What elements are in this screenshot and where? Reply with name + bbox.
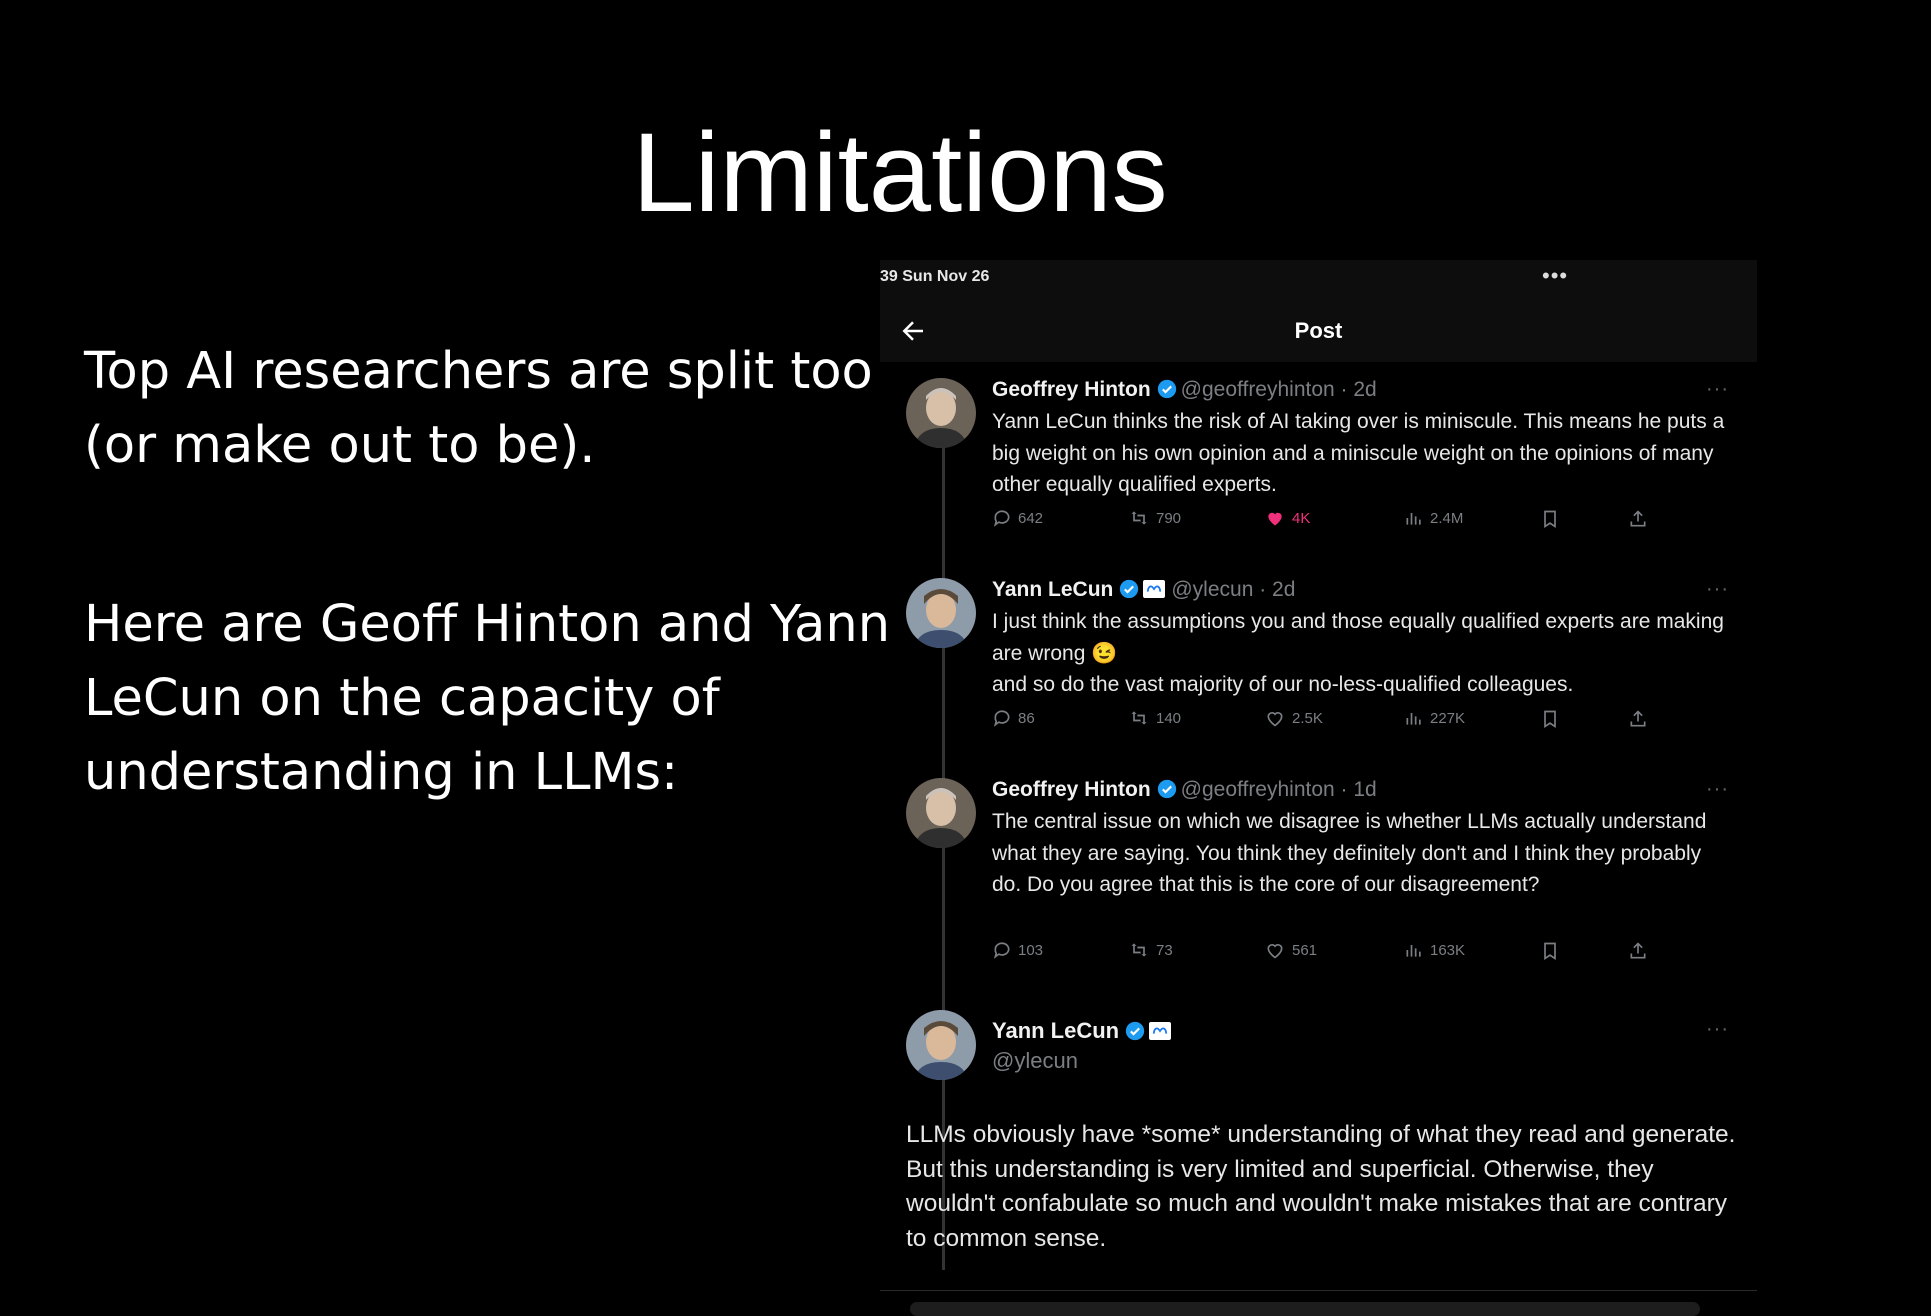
repost-button[interactable]: 73 [1128, 940, 1173, 960]
author-name[interactable]: Yann LeCun [992, 1018, 1119, 1043]
avatar-hinton[interactable] [906, 378, 976, 448]
reply-icon [993, 510, 1010, 527]
verified-icon [1125, 1021, 1145, 1041]
slide-paragraph-split: Top AI researchers are split too (or mak… [84, 342, 873, 475]
avatar-hinton[interactable] [906, 778, 976, 848]
author-handle[interactable]: @geoffreyhinton · 2d [1181, 378, 1377, 401]
views-icon [1406, 513, 1421, 525]
more-icon[interactable]: ··· [1706, 778, 1729, 801]
repost-count: 790 [1156, 510, 1182, 527]
reply-button[interactable]: 103 [992, 940, 1043, 960]
divider [880, 1290, 1757, 1291]
more-icon[interactable]: ··· [1706, 578, 1729, 601]
bookmark-icon [1544, 510, 1556, 529]
reply-button[interactable]: 642 [992, 508, 1043, 528]
verified-icon [1157, 379, 1176, 399]
like-icon [1268, 512, 1282, 526]
tweet-header: Yann LeCun [992, 1018, 1177, 1044]
share-button[interactable] [1628, 508, 1654, 530]
meta-logo-icon [1149, 1022, 1172, 1040]
reply-count: 642 [1018, 510, 1044, 527]
multitasking-dots-icon[interactable]: ••• [1542, 265, 1568, 287]
like-icon [1267, 712, 1283, 727]
tweet-header: Geoffrey Hinton @geoffreyhinton · 2d [992, 378, 1377, 402]
slide-title: Limitations [632, 110, 1168, 235]
avatar-lecun[interactable] [906, 578, 976, 648]
like-button[interactable]: 561 [1264, 940, 1317, 960]
reply-icon [993, 710, 1010, 727]
share-icon [1630, 942, 1646, 959]
views-icon [1406, 945, 1421, 957]
bookmark-button[interactable] [1540, 708, 1566, 730]
views-button[interactable]: 2.4M [1404, 508, 1463, 528]
tweet-text: I just think the assumptions you and tho… [992, 610, 1724, 696]
avatar-lecun[interactable] [906, 1010, 976, 1080]
repost-count: 73 [1156, 942, 1173, 959]
like-count: 2.5K [1292, 710, 1323, 727]
bookmark-button[interactable] [1540, 940, 1566, 962]
views-button[interactable]: 227K [1404, 708, 1465, 728]
author-handle[interactable]: @ylecun [992, 1048, 1078, 1073]
main-tweet-line: But this understanding is very limited a… [906, 1155, 1728, 1252]
meta-logo-icon [1143, 580, 1166, 598]
repost-icon [1131, 511, 1147, 525]
status-bar: 39 Sun Nov 26 ••• [880, 260, 1757, 304]
like-count: 561 [1292, 942, 1318, 959]
view-count: 227K [1430, 710, 1466, 727]
verified-icon [1120, 579, 1139, 599]
share-button[interactable] [1628, 708, 1654, 730]
reply-count: 86 [1018, 710, 1035, 727]
reply-count: 103 [1018, 942, 1044, 959]
page-title: Post [1294, 318, 1343, 343]
like-button[interactable]: 4K [1264, 508, 1310, 528]
slide-paragraph-hinton-lecun: Here are Geoff Hinton and Yann LeCun on … [84, 595, 891, 802]
author-name[interactable]: Geoffrey Hinton [992, 778, 1151, 801]
tweet-text: Yann LeCun thinks the risk of AI taking … [992, 410, 1725, 496]
repost-count: 140 [1156, 710, 1182, 727]
bookmark-icon [1544, 710, 1556, 729]
like-count: 4K [1292, 510, 1311, 527]
bookmark-button[interactable] [1540, 508, 1566, 530]
author-handle[interactable]: @geoffreyhinton · 1d [1181, 778, 1377, 801]
share-icon [1630, 510, 1646, 527]
scroll-bar[interactable] [910, 1302, 1700, 1316]
tweet-handle-row: @ylecun [992, 1048, 1078, 1074]
post-nav-bar: Post [880, 304, 1757, 362]
repost-icon [1131, 711, 1147, 725]
more-icon[interactable]: ··· [1706, 1018, 1729, 1041]
verified-icon [1157, 779, 1176, 799]
like-button[interactable]: 2.5K [1264, 708, 1323, 728]
repost-button[interactable]: 140 [1128, 708, 1181, 728]
author-handle[interactable]: @ylecun · 2d [1171, 578, 1295, 601]
views-icon [1406, 713, 1421, 725]
main-tweet-line: LLMs obviously have *some* understanding… [906, 1121, 1736, 1148]
view-count: 2.4M [1430, 510, 1464, 527]
repost-button[interactable]: 790 [1128, 508, 1181, 528]
twitter-post-screenshot: 39 Sun Nov 26 ••• Post Geoffrey Hinton @g… [880, 260, 1757, 1316]
reply-icon [993, 942, 1010, 959]
tweet-header: Yann LeCun @ylecun · 2d [992, 578, 1295, 602]
status-time: 39 Sun Nov 26 [880, 268, 990, 285]
author-name[interactable]: Yann LeCun [992, 578, 1113, 601]
bookmark-icon [1544, 942, 1556, 961]
tweet-actions: 86 140 2.5K 227K [992, 708, 1652, 734]
author-name[interactable]: Geoffrey Hinton [992, 378, 1151, 401]
tweet-header: Geoffrey Hinton @geoffreyhinton · 1d [992, 778, 1377, 802]
like-icon [1267, 944, 1283, 959]
views-button[interactable]: 163K [1404, 940, 1465, 960]
repost-icon [1131, 943, 1147, 957]
reply-button[interactable]: 86 [992, 708, 1035, 728]
tweet-text: The central issue on which we disagree i… [992, 810, 1707, 896]
share-icon [1630, 710, 1646, 727]
share-button[interactable] [1628, 940, 1654, 962]
tweet-actions: 642 790 4K 2.4M [992, 508, 1652, 534]
tweet-actions: 103 73 561 163K [992, 940, 1652, 966]
main-tweet-text: LLMs obviously have *some* understanding… [906, 1118, 1736, 1256]
more-icon[interactable]: ··· [1706, 378, 1729, 401]
view-count: 163K [1430, 942, 1466, 959]
